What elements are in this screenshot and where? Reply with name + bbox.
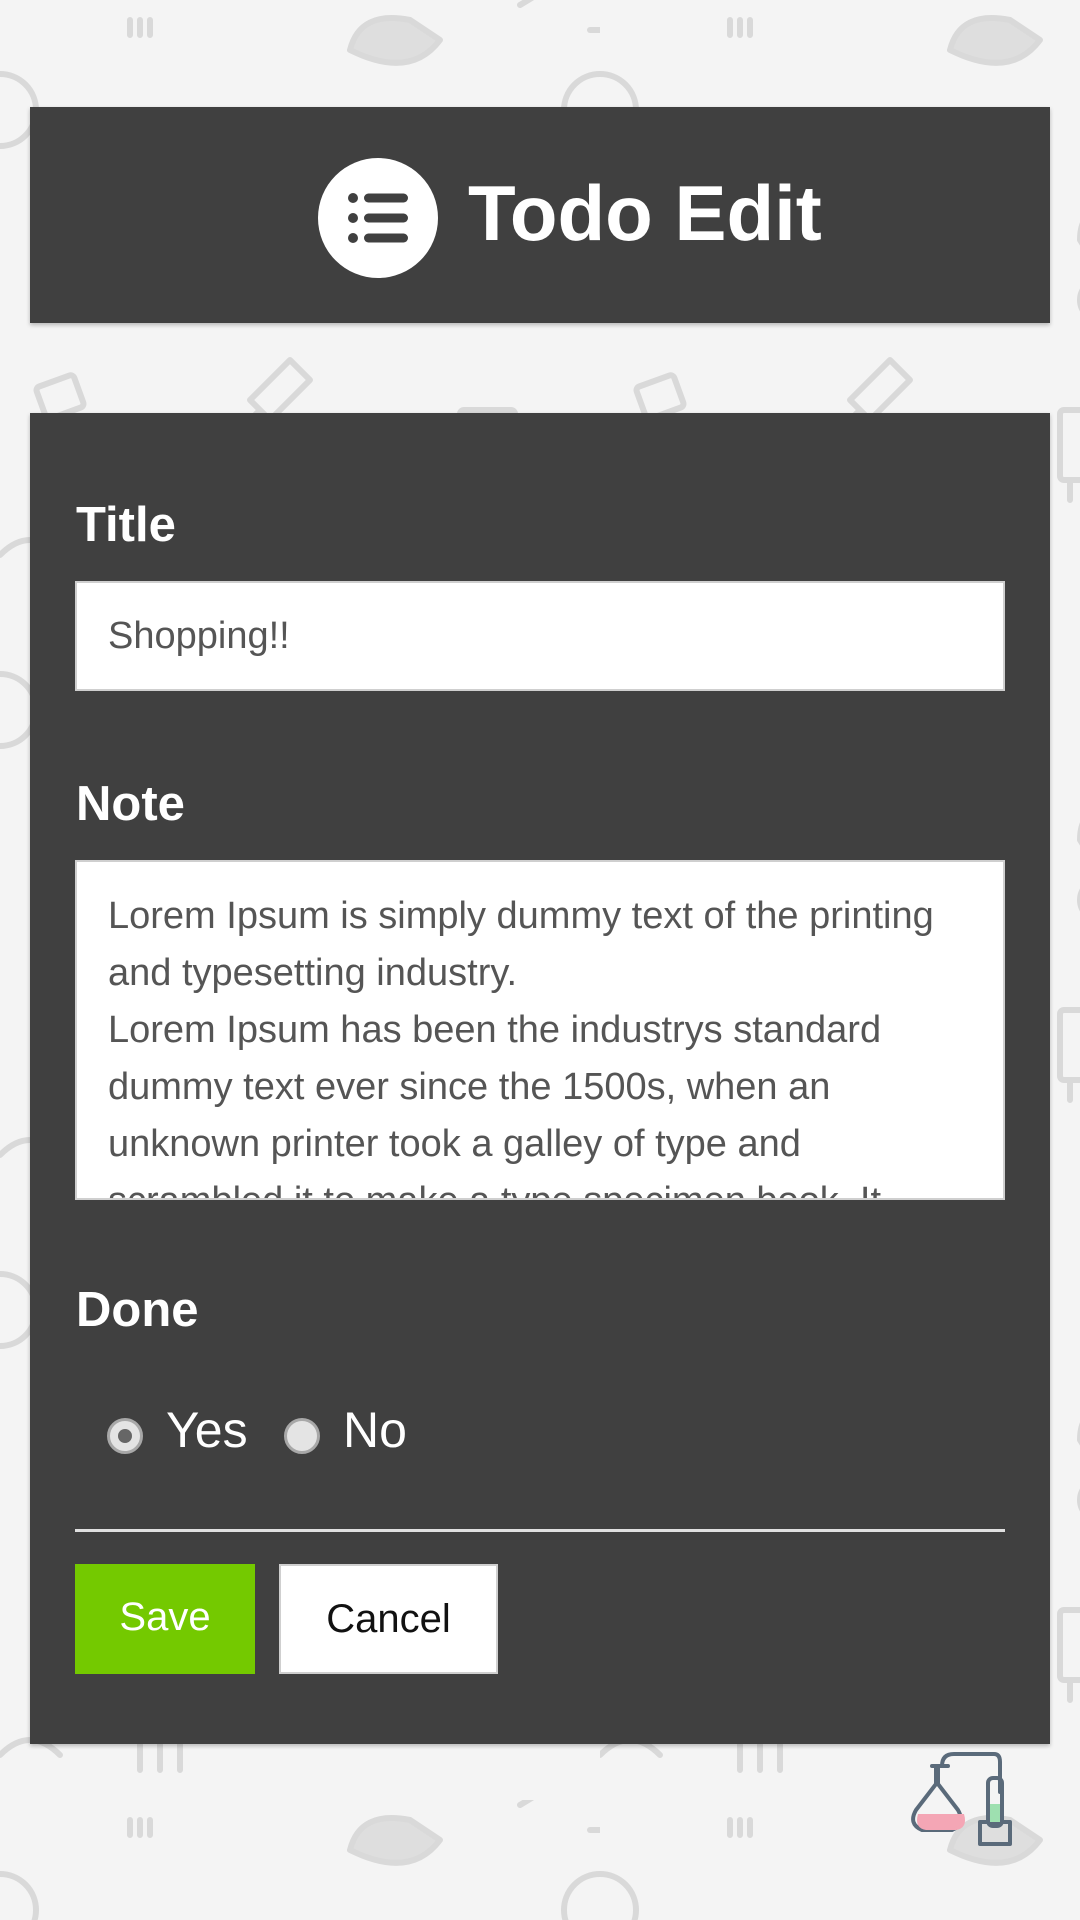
save-button[interactable]: Save — [75, 1564, 255, 1674]
divider — [75, 1529, 1005, 1532]
done-yes-label[interactable]: Yes — [166, 1400, 248, 1460]
lab-flask-icon — [904, 1748, 1014, 1863]
page-title: Todo Edit — [468, 169, 822, 257]
done-yes-radio[interactable] — [107, 1418, 143, 1454]
title-label: Title — [76, 498, 176, 552]
done-label: Done — [76, 1283, 199, 1337]
note-textarea[interactable]: Lorem Ipsum is simply dummy text of the … — [75, 860, 1005, 1200]
todo-edit-form: Title Note Lorem Ipsum is simply dummy t… — [30, 413, 1050, 1744]
done-no-radio[interactable] — [284, 1418, 320, 1454]
list-icon — [318, 158, 438, 278]
cancel-button[interactable]: Cancel — [279, 1564, 498, 1674]
app-header: Todo Edit — [30, 107, 1050, 323]
title-input[interactable] — [75, 581, 1005, 691]
done-no-label[interactable]: No — [343, 1400, 407, 1460]
done-radio-group: Yes No — [75, 1400, 675, 1470]
note-label: Note — [76, 777, 185, 831]
